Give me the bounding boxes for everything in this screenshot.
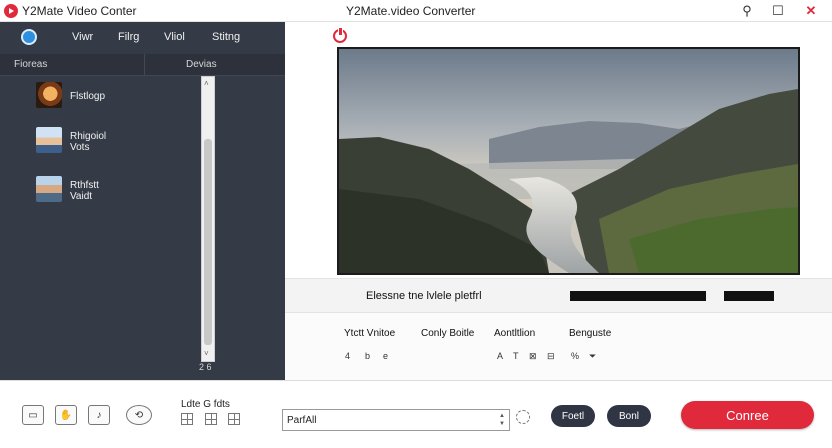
file-item[interactable]: Rhigoiol Vots [36, 127, 186, 157]
menu-settings[interactable]: Stitng [212, 31, 240, 43]
power-icon[interactable] [333, 27, 347, 43]
tab-devices[interactable]: Devias [186, 59, 217, 70]
sidebar: Viwr Filrg Vliol Stitng Fioreas Devias F… [0, 22, 285, 380]
tab-formats[interactable]: Fioreas [14, 59, 47, 70]
scrollbar-thumb[interactable] [204, 139, 212, 345]
file-name: Flstlogp [70, 91, 106, 102]
scroll-up-icon[interactable]: ˄ [204, 79, 209, 88]
file-name-suffix: Vaidt [70, 191, 93, 202]
file-list-header: Fioreas Devias [0, 54, 285, 76]
option-header: Benguste [569, 328, 612, 339]
output-path-label: Elessne tne lvlele pletfrl [366, 290, 482, 302]
option-icon[interactable]: b [365, 351, 370, 361]
app-logo-icon [4, 4, 18, 18]
option-header: Ytctt Vnitoe [344, 328, 396, 339]
bottom-toolbar: ▭ ✋ ♪ ⟲ Ldte G fdts ▲▼ Foetl Bonl Conree [0, 380, 832, 448]
file-name: Rthfstt [70, 180, 99, 191]
file-list-scrollbar[interactable]: ˄ ˅ [201, 76, 215, 362]
convert-button[interactable]: Conree [681, 401, 814, 429]
audio-icon[interactable]: ♪ [88, 405, 110, 425]
rotate-icon[interactable]: ⟲ [126, 405, 152, 425]
stepper-icon[interactable]: ▲ ▼ [497, 412, 507, 428]
preview-landscape-image [339, 49, 798, 273]
menu-video[interactable]: Vliol [164, 31, 185, 43]
hand-icon[interactable]: ✋ [55, 405, 77, 425]
option-icon[interactable]: A [497, 351, 503, 361]
menu-bar: Viwr Filrg Vliol Stitng [0, 22, 285, 54]
file-item[interactable]: Rthfstt Vaidt [36, 176, 186, 206]
file-item[interactable]: Flstlogp [36, 82, 186, 112]
video-thumbnail [36, 127, 62, 153]
file-name-block: Rhigoiol Vots [70, 131, 106, 153]
output-path-bar: Elessne tne lvlele pletfrl [285, 278, 832, 313]
file-name: Rhigoiol [70, 131, 107, 142]
title-bar: Y2Mate Video Conter Y2Mate.video Convert… [0, 0, 832, 22]
option-icon[interactable]: 4 [345, 351, 350, 361]
option-icon[interactable]: T [513, 351, 519, 361]
header-divider [144, 54, 145, 76]
option-icon[interactable]: ⊠ [529, 351, 537, 362]
format-button[interactable]: Foetl [551, 405, 595, 427]
chevron-down-icon[interactable]: ⏷ [589, 351, 596, 362]
destination-label: Ldte G fdts [181, 399, 230, 410]
close-button[interactable]: ✕ [800, 2, 822, 20]
scroll-down-icon[interactable]: ˅ [204, 349, 209, 358]
batch-button[interactable]: Bonl [607, 405, 651, 427]
file-name-block: Rthfstt Vaidt [70, 180, 99, 202]
window-title: Y2Mate.video Converter [346, 4, 476, 18]
screen-icon[interactable]: ▭ [22, 405, 44, 425]
app-name: Y2Mate Video Conter [22, 4, 137, 18]
output-path-field[interactable] [570, 291, 706, 301]
gear-icon[interactable] [516, 410, 530, 424]
video-thumbnail [36, 176, 62, 202]
option-header: Aontltlion [494, 328, 536, 339]
option-header: Conly Boitle [421, 328, 475, 339]
file-name-suffix: Vots [70, 142, 90, 153]
output-path-browse[interactable] [724, 291, 774, 301]
grid-icon[interactable] [181, 413, 193, 425]
page-counter: 2 6 [199, 362, 212, 372]
menu-view[interactable]: Viwr [72, 31, 93, 43]
menu-file[interactable]: Filrg [118, 31, 139, 43]
options-panel: Ytctt Vnitoe Conly Boitle Aontltlion Ben… [285, 313, 832, 380]
video-preview [337, 47, 800, 275]
search-icon[interactable]: ⚲ [736, 2, 758, 20]
destination-input[interactable] [282, 409, 510, 431]
grid-icon[interactable] [205, 413, 217, 425]
option-icon[interactable]: % [571, 351, 579, 361]
maximize-button[interactable]: ☐ [767, 2, 789, 20]
grid-icon[interactable] [228, 413, 240, 425]
option-icon[interactable]: e [383, 351, 388, 361]
globe-icon[interactable] [21, 29, 37, 45]
video-thumbnail [36, 82, 62, 108]
option-icon[interactable]: ⊟ [547, 351, 555, 362]
